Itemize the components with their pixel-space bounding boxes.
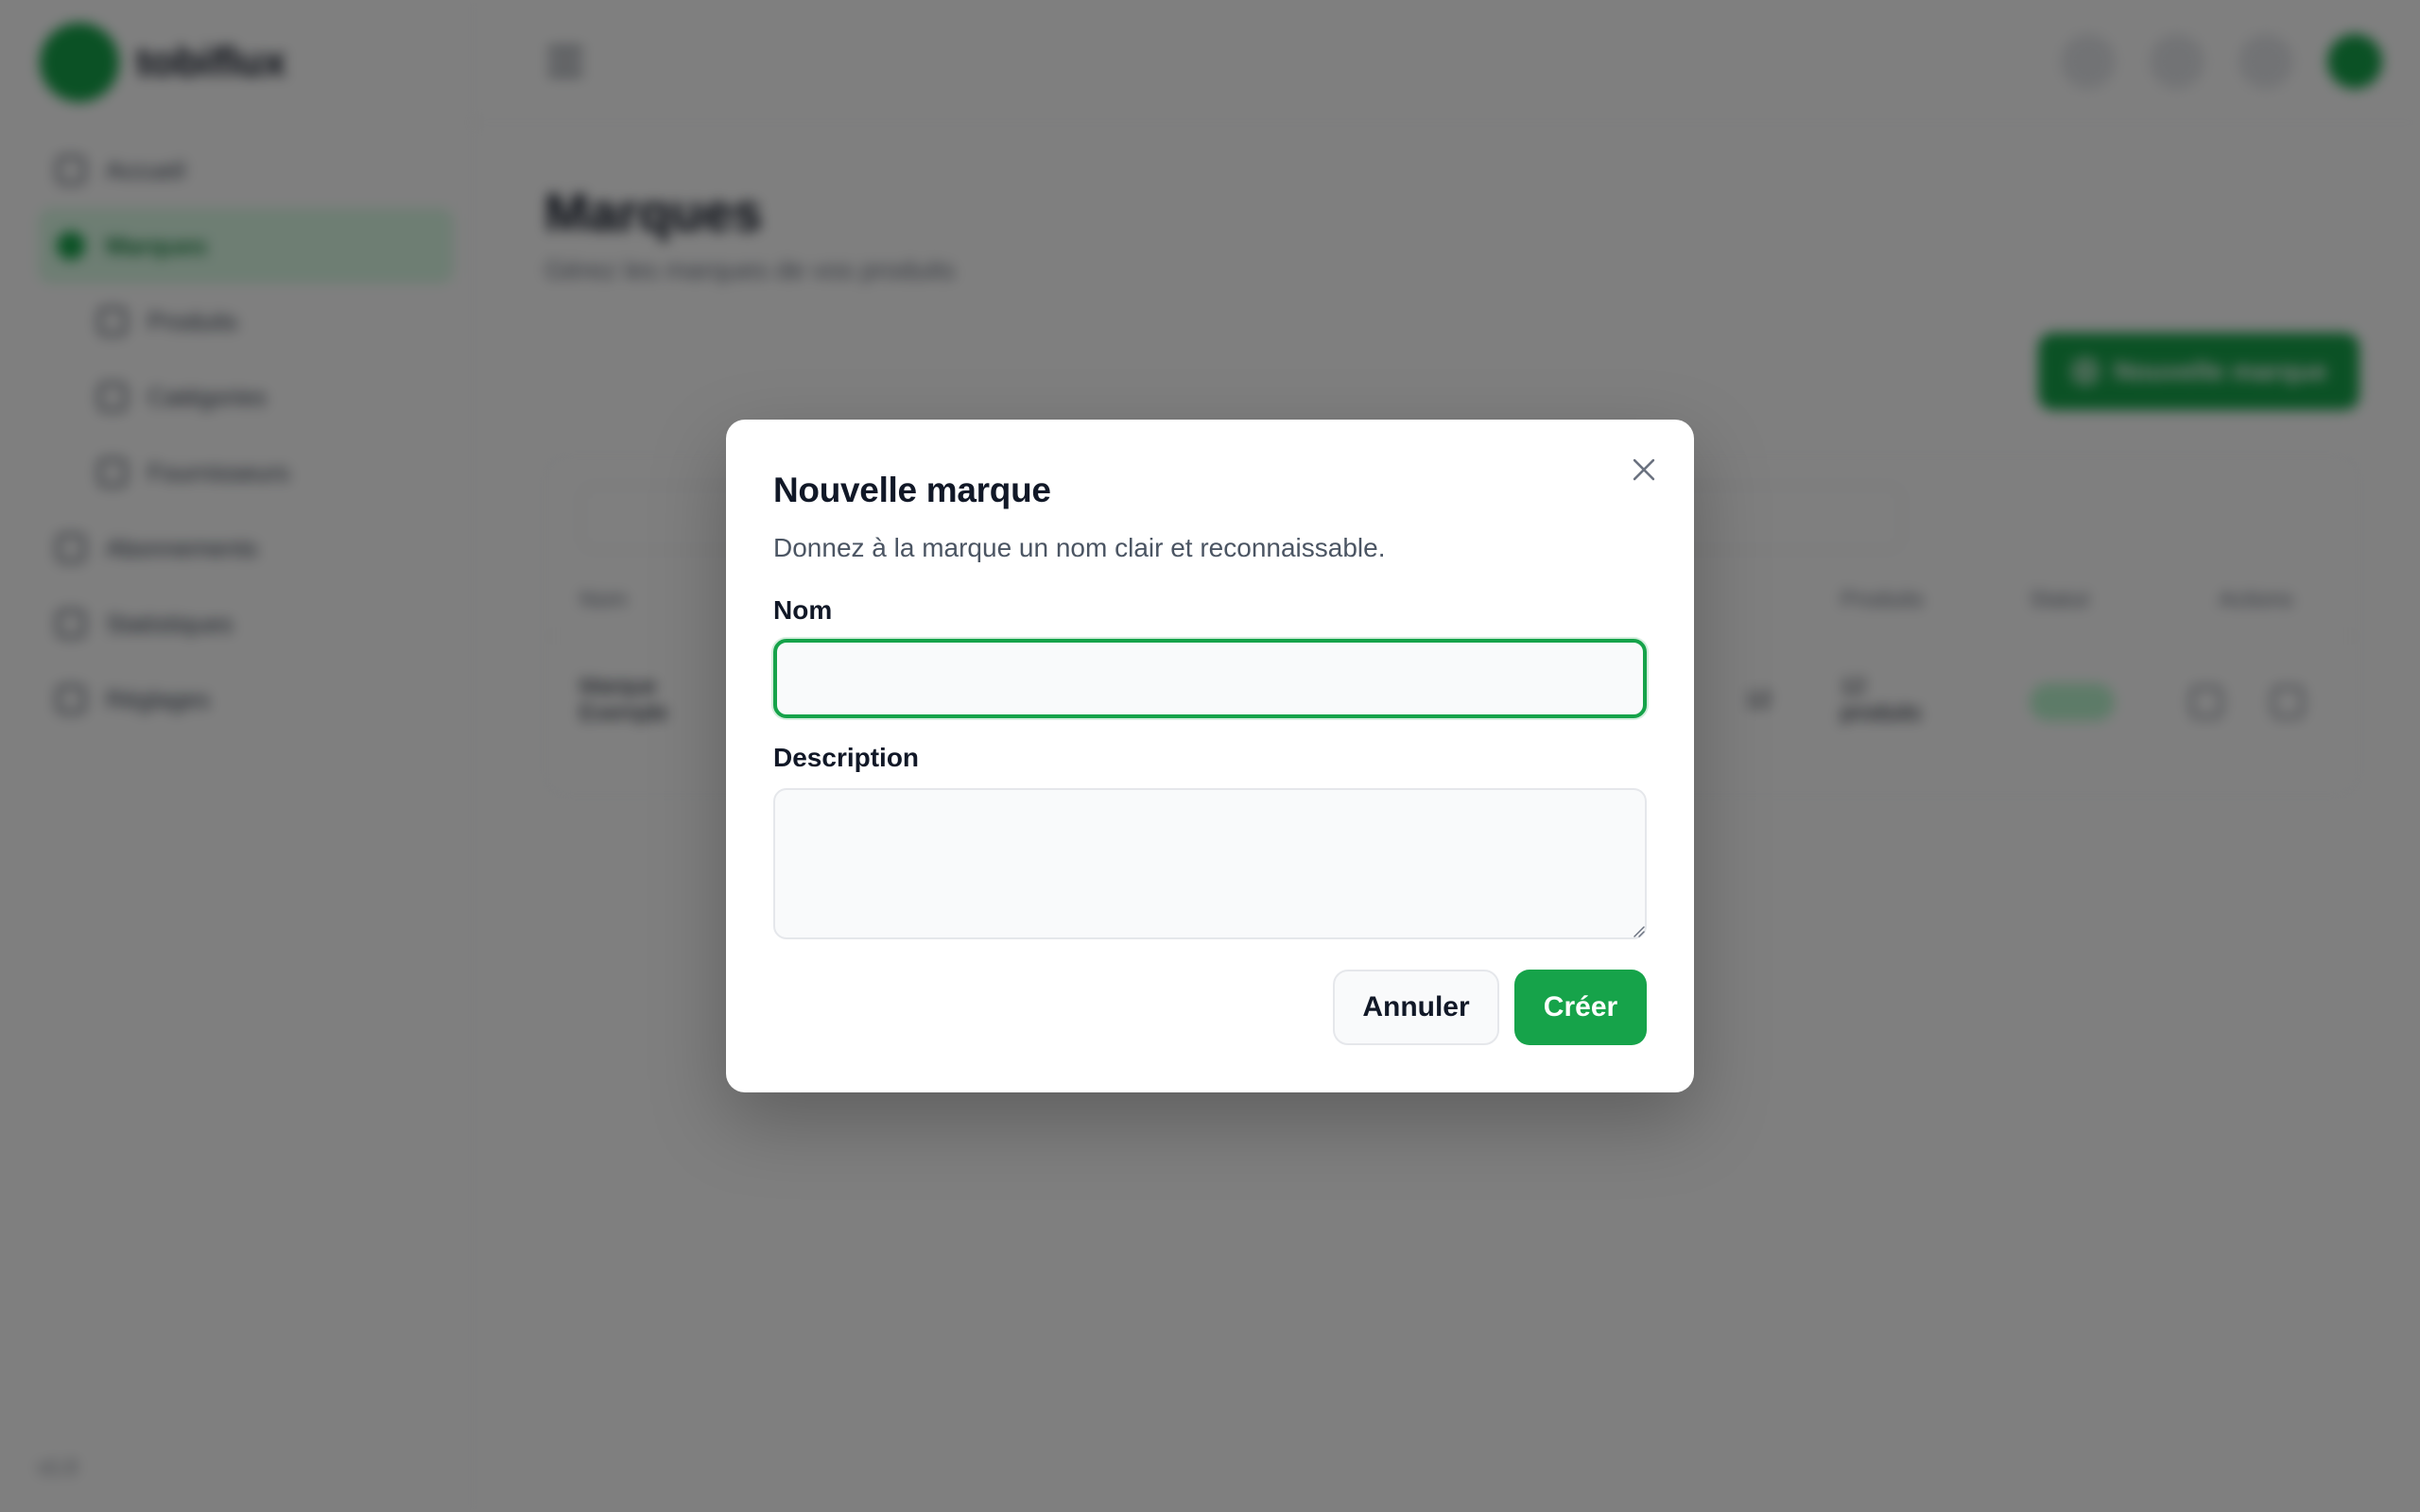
create-button[interactable]: Créer	[1514, 970, 1647, 1045]
dialog-title: Nouvelle marque	[773, 471, 1051, 509]
description-field[interactable]	[773, 788, 1647, 939]
resize-handle-icon[interactable]	[1630, 922, 1645, 937]
new-brand-dialog: Nouvelle marque Donnez à la marque un no…	[726, 420, 1694, 1092]
close-icon[interactable]	[1628, 454, 1660, 486]
name-label: Nom	[773, 595, 833, 625]
cancel-button[interactable]: Annuler	[1333, 970, 1499, 1045]
name-field[interactable]	[773, 639, 1647, 718]
dialog-description: Donnez à la marque un nom clair et recon…	[773, 533, 1386, 562]
description-label: Description	[773, 743, 920, 772]
